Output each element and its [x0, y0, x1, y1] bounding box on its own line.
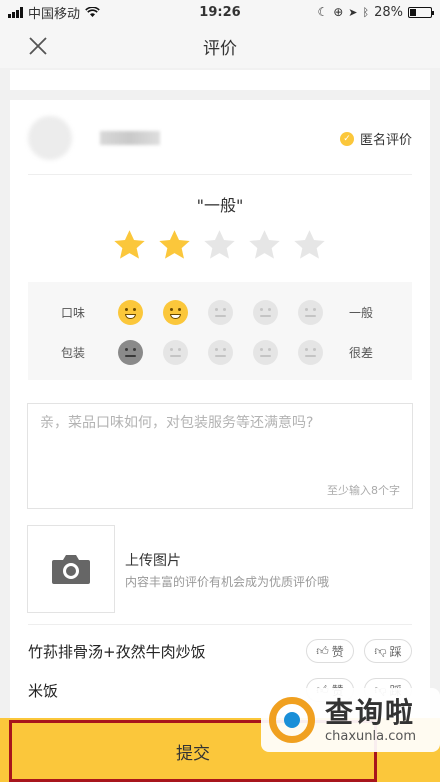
- sub-rating-row-taste: 口味 一般: [28, 294, 412, 330]
- sub-rating-row-packaging: 包装 很差: [28, 334, 412, 370]
- review-card: ✓ 匿名评价 "一般" 口味 一般 包装 很差 至少输入8个字 上传图片 内容丰…: [10, 100, 430, 782]
- thumb-up-icon: 👍︎: [316, 643, 329, 658]
- star-rating[interactable]: [112, 228, 327, 263]
- grey-face-icon[interactable]: [298, 299, 323, 325]
- star-empty-icon[interactable]: [247, 228, 282, 263]
- dark-face-icon[interactable]: [118, 339, 143, 365]
- shop-avatar: [28, 116, 72, 160]
- battery-icon: [408, 6, 434, 18]
- face-rating-packaging[interactable]: [118, 339, 323, 365]
- shop-name-blurred: [100, 131, 160, 145]
- upload-title: 上传图片: [125, 553, 181, 569]
- happy-face-icon[interactable]: [163, 299, 188, 325]
- upload-subtitle: 内容丰富的评价有机会成为优质评价哦: [125, 575, 330, 589]
- sub-rating-label: 口味: [60, 305, 85, 320]
- signal-icon: [8, 6, 23, 18]
- grey-face-icon[interactable]: [298, 339, 323, 365]
- divider: [28, 174, 412, 175]
- star-filled-icon[interactable]: [112, 228, 147, 263]
- divider: [28, 624, 412, 625]
- close-icon[interactable]: [26, 34, 50, 58]
- sub-rating-value: 一般: [349, 305, 374, 320]
- watermark-brand: 查询啦: [325, 695, 416, 729]
- page-title: 评价: [203, 38, 237, 59]
- like-button[interactable]: 👍︎ 赞: [306, 639, 354, 663]
- nav-bar: 评价: [0, 24, 440, 68]
- sub-rating-label: 包装: [60, 345, 85, 360]
- shop-row: ✓ 匿名评价: [28, 116, 412, 160]
- rating-label: "一般": [196, 196, 244, 215]
- grey-face-icon[interactable]: [253, 339, 278, 365]
- dish-name: 竹荪排骨汤+孜然牛肉炒饭: [28, 642, 206, 661]
- thumb-down-icon: 👎︎: [374, 643, 387, 658]
- lock-rotation-icon: ⊕: [333, 5, 344, 19]
- location-icon: ➤: [348, 5, 358, 19]
- happy-face-icon[interactable]: [118, 299, 143, 325]
- like-label: 赞: [331, 644, 344, 659]
- upload-photo-button[interactable]: [27, 525, 115, 613]
- anonymous-label: 匿名评价: [359, 133, 412, 148]
- watermark-logo: 查询啦 chaxunla.com: [261, 688, 440, 752]
- watermark-text: 查询啦 chaxunla.com: [325, 695, 416, 744]
- dislike-label: 踩: [389, 644, 402, 659]
- status-bar: 中国移动 19:26 ☾ ⊕ ➤ ᛒ 28%: [0, 0, 440, 24]
- grey-face-icon[interactable]: [253, 299, 278, 325]
- bluetooth-icon: ᛒ: [362, 5, 370, 19]
- grey-face-icon[interactable]: [208, 339, 233, 365]
- star-empty-icon[interactable]: [292, 228, 327, 263]
- sub-rating-value: 很差: [349, 345, 374, 360]
- status-right: ☾ ⊕ ➤ ᛒ 28%: [317, 4, 434, 20]
- star-empty-icon[interactable]: [202, 228, 237, 263]
- camera-icon: [52, 555, 90, 584]
- sub-ratings-panel: 口味 一般 包装 很差: [28, 282, 412, 380]
- submit-label: 提交: [176, 743, 210, 764]
- dislike-button[interactable]: 👎︎ 踩: [364, 639, 412, 663]
- star-filled-icon[interactable]: [157, 228, 192, 263]
- carrier-label: 中国移动: [28, 6, 81, 22]
- moon-icon: ☾: [317, 5, 329, 19]
- face-rating-taste[interactable]: [118, 299, 323, 325]
- anonymous-toggle[interactable]: ✓ 匿名评价: [339, 129, 412, 148]
- dish-name: 米饭: [28, 681, 59, 700]
- wifi-icon: [85, 6, 100, 17]
- comment-box: 至少输入8个字: [27, 403, 413, 509]
- comment-hint: 至少输入8个字: [327, 484, 400, 497]
- card-top-strip: [10, 70, 430, 90]
- check-icon: ✓: [339, 131, 354, 146]
- dish-row: 竹荪排骨汤+孜然牛肉炒饭 👍︎ 赞 👎︎ 踩: [28, 638, 412, 664]
- status-left: 中国移动: [8, 3, 100, 22]
- magnifier-logo-icon: [269, 697, 315, 743]
- grey-face-icon[interactable]: [163, 339, 188, 365]
- watermark-domain: chaxunla.com: [325, 728, 416, 744]
- battery-percent: 28%: [374, 4, 403, 20]
- grey-face-icon[interactable]: [208, 299, 233, 325]
